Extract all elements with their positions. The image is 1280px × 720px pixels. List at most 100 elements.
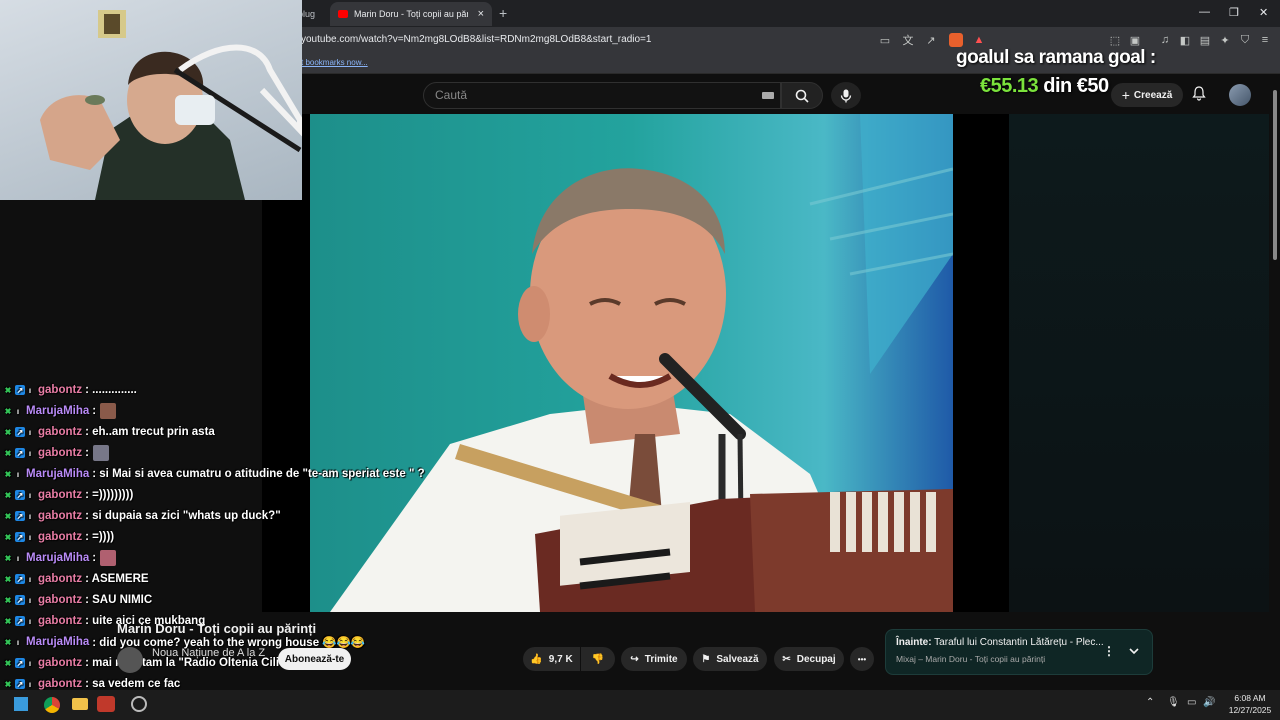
import-bookmarks-link[interactable]: t bookmarks now... xyxy=(301,58,368,67)
mix-more-icon[interactable]: ⋮ xyxy=(1103,644,1115,658)
tab-youtube[interactable]: Marin Doru - Toți copii au părinți × xyxy=(330,2,492,26)
media-icon[interactable]: ♫ xyxy=(1158,33,1172,47)
clip-button[interactable]: ✂ Decupaj xyxy=(774,647,844,671)
chat-text: : ASEMERE xyxy=(85,573,149,585)
like-button[interactable]: 👍 9,7 K xyxy=(523,647,580,671)
voice-search-button[interactable] xyxy=(831,82,861,109)
vip-badge-icon: ↗ xyxy=(15,490,25,500)
goal-target: €50 xyxy=(1076,75,1109,97)
tab-close-icon[interactable]: × xyxy=(478,8,484,20)
start-windows-icon[interactable] xyxy=(14,697,28,711)
create-label: Creează xyxy=(1133,89,1173,101)
chat-username[interactable]: MarujaMiha xyxy=(26,552,89,564)
channel-name[interactable]: Noua Națiune de A la Z xyxy=(152,647,265,659)
scrollbar-thumb[interactable] xyxy=(1273,90,1277,260)
chevron-up-icon[interactable]: ⌃ xyxy=(1146,697,1154,708)
close-window-button[interactable]: ✕ xyxy=(1259,6,1268,19)
share-icon[interactable]: ↗ xyxy=(924,33,938,47)
moderator-badge-icon: ✖ xyxy=(4,616,12,626)
chat-username[interactable]: MarujaMiha xyxy=(26,468,89,480)
taskbar-clock[interactable]: 6:08 AM 12/27/2025 xyxy=(1224,692,1276,716)
chat-username[interactable]: gabontz xyxy=(38,657,82,669)
chat-message: ✖ ↗ ı gabontz: =))))))))) xyxy=(3,486,134,504)
translate-icon[interactable]: 文 xyxy=(901,33,915,47)
dislike-button[interactable]: 👎 xyxy=(581,647,615,671)
chat-username[interactable]: gabontz xyxy=(38,510,82,522)
vpn-shield-icon[interactable]: ⛉ xyxy=(1238,33,1252,47)
obs-icon[interactable] xyxy=(131,696,147,712)
chat-username[interactable]: gabontz xyxy=(38,615,82,627)
chat-username[interactable]: MarujaMiha xyxy=(26,636,89,648)
goal-separator: din xyxy=(1043,75,1072,97)
subscriber-badge-icon: ı xyxy=(28,595,32,605)
notifications-bell-icon[interactable] xyxy=(1192,86,1206,104)
vip-badge-icon: ↗ xyxy=(15,511,25,521)
windows-taskbar xyxy=(0,690,1280,720)
avatar[interactable] xyxy=(1229,84,1251,106)
microphone-tray-icon[interactable]: 🎙 xyxy=(1167,697,1180,708)
chrome-icon[interactable] xyxy=(44,697,60,713)
chat-username[interactable]: MarujaMiha xyxy=(26,405,89,417)
tab-search-icon[interactable]: ▣ xyxy=(1128,33,1142,47)
url-text[interactable]: youtube.com/watch?v=Nm2mg8LOdB8&list=RDN… xyxy=(301,34,651,45)
search-placeholder: Caută xyxy=(435,88,468,102)
mix-subtitle: Mixaj – Marin Doru - Toți copii au părin… xyxy=(896,654,1046,664)
chat-username[interactable]: gabontz xyxy=(38,447,82,459)
create-button[interactable]: + Creează xyxy=(1111,83,1183,107)
chat-emote-icon xyxy=(100,550,117,566)
vip-badge-icon: ↗ xyxy=(15,427,25,437)
mix-next-prefix: Înainte: xyxy=(896,637,932,648)
chat-username[interactable]: gabontz xyxy=(38,426,82,438)
new-tab-button[interactable]: + xyxy=(499,5,507,21)
rewards-icon[interactable]: ▲ xyxy=(972,33,986,47)
share-button[interactable]: ↪ Trimite xyxy=(621,647,687,671)
chat-message: ✖ ı MarujaMiha: xyxy=(3,402,117,420)
wallet-icon[interactable]: ▤ xyxy=(1198,33,1212,47)
subscriber-badge-icon: ı xyxy=(16,406,20,416)
search-button[interactable] xyxy=(781,82,823,109)
moderator-badge-icon: ✖ xyxy=(4,511,12,521)
chat-username[interactable]: gabontz xyxy=(38,489,82,501)
video-title: Marin Doru - Toți copii au părinți xyxy=(117,621,317,636)
subscriber-badge-icon: ı xyxy=(16,637,20,647)
extensions-icon[interactable]: ⬚ xyxy=(1108,33,1122,47)
app-icon[interactable] xyxy=(97,696,115,712)
sidebar-icon[interactable]: ◧ xyxy=(1178,33,1192,47)
vip-badge-icon: ↗ xyxy=(15,679,25,689)
minimize-button[interactable]: — xyxy=(1199,6,1210,18)
chat-username[interactable]: gabontz xyxy=(38,573,82,585)
chat-username[interactable]: gabontz xyxy=(38,678,82,690)
more-actions-button[interactable]: ••• xyxy=(850,647,874,671)
scissors-icon: ✂ xyxy=(782,653,791,665)
network-icon[interactable]: ▭ xyxy=(1187,697,1196,708)
vip-badge-icon: ↗ xyxy=(15,574,25,584)
donation-goal-title: goalul sa ramana goal : xyxy=(956,47,1156,68)
volume-icon[interactable]: 🔊 xyxy=(1203,697,1215,708)
mix-expand-chevron-down-icon[interactable] xyxy=(1128,643,1140,661)
subscribe-button[interactable]: Abonează-te xyxy=(278,648,351,670)
search-input[interactable] xyxy=(423,82,781,109)
menu-icon[interactable]: ≡ xyxy=(1258,33,1272,47)
goal-current: €55.13 xyxy=(980,75,1039,97)
moderator-badge-icon: ✖ xyxy=(4,448,12,458)
save-button[interactable]: ⚑ Salvează xyxy=(693,647,767,671)
keyboard-icon[interactable] xyxy=(762,92,774,99)
chat-text: : xyxy=(92,405,97,417)
tab-label: Marin Doru - Toți copii au părinți xyxy=(353,9,468,19)
share-arrow-icon: ↪ xyxy=(630,653,639,665)
file-explorer-icon[interactable] xyxy=(72,698,88,710)
chat-text: : SAU NIMIC xyxy=(85,594,153,606)
channel-avatar[interactable] xyxy=(117,647,143,673)
chat-emote-icon xyxy=(100,403,117,419)
leo-ai-icon[interactable]: ✦ xyxy=(1218,33,1232,47)
brave-shield-icon[interactable] xyxy=(949,33,963,47)
webcam-illustration xyxy=(40,10,302,200)
chat-username[interactable]: gabontz xyxy=(38,594,82,606)
cast-icon[interactable]: ▭ xyxy=(878,33,892,47)
restore-button[interactable]: ❐ xyxy=(1229,6,1239,19)
chat-username[interactable]: gabontz xyxy=(38,531,82,543)
mix-next-item[interactable]: Înainte: Taraful lui Constantin Lătărețu… xyxy=(896,637,1104,648)
chat-username[interactable]: gabontz xyxy=(38,384,82,396)
chat-message: ✖ ↗ ı gabontz: SAU NIMIC xyxy=(3,591,153,609)
microphone-icon xyxy=(840,89,852,102)
